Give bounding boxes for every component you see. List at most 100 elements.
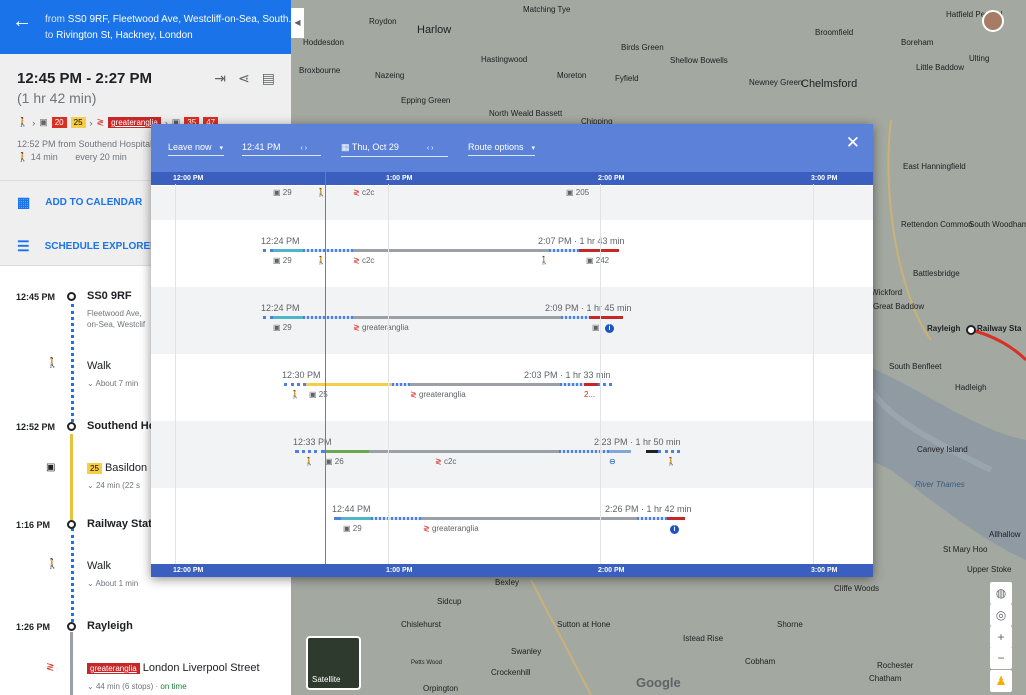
map-label: St Mary Hoo: [943, 545, 988, 554]
map-label: Orpington: [423, 684, 459, 693]
calendar-icon: ▦: [17, 194, 31, 210]
schedule-row[interactable]: ▣ 29 🚶 ≷ c2c ▣ 205: [151, 186, 873, 220]
stop-name[interactable]: SS0 9RF: [87, 290, 132, 302]
arrow-back-icon[interactable]: ←: [12, 10, 32, 33]
account-avatar[interactable]: [982, 10, 1004, 32]
schedule-row[interactable]: 12:33 PM 2:23 PM · 1 hr 50 min 🚶 ▣ 26 ≷ …: [151, 421, 873, 488]
collapse-panel-button[interactable]: ◀: [291, 8, 304, 38]
leave-now-select[interactable]: Leave now ▾: [168, 142, 224, 156]
trip-meta: 12:52 PM from Southend Hospital 🚶 14 min…: [17, 138, 152, 164]
map-label: Istead Rise: [683, 634, 724, 643]
axis-tick: 3:00 PM: [811, 175, 838, 182]
walk-icon: 🚶: [666, 457, 676, 466]
arrive-duration: 2:26 PM · 1 hr 42 min: [605, 504, 692, 514]
rail-duration[interactable]: ⌄ 44 min (6 stops) · on time: [87, 681, 187, 692]
gridline: [175, 184, 176, 564]
stop-node: [67, 520, 76, 529]
to-prefix: to: [45, 30, 54, 41]
info-icon[interactable]: i: [670, 525, 679, 534]
axis-tick: 2:00 PM: [598, 567, 625, 574]
walk-icon: 🚶: [304, 457, 314, 466]
to-field[interactable]: to Rivington St, Hackney, London: [45, 30, 193, 41]
schedule-row[interactable]: 12:44 PM 2:26 PM · 1 hr 42 min ▣ 29 ≷ gr…: [151, 488, 873, 555]
gridline: [388, 184, 389, 564]
map-label: Battlesbridge: [913, 269, 960, 278]
stop-name[interactable]: Railway Stat: [87, 518, 152, 530]
walk-icon: 🚶: [539, 256, 549, 265]
map-label: South Woodham Ferrers: [969, 220, 1026, 229]
print-icon[interactable]: ▤: [262, 70, 275, 87]
from-field[interactable]: from SS0 9RF, Fleetwood Ave, Westcliff-o…: [45, 14, 291, 25]
schedule-row[interactable]: 12:24 PM 2:07 PM · 1 hr 43 min ▣ 29 🚶 ≷ …: [151, 220, 873, 287]
zoom-in-button[interactable]: +: [990, 626, 1012, 648]
my-location-icon[interactable]: ◎: [990, 604, 1012, 626]
stop-time: 12:45 PM: [16, 292, 56, 302]
info-icon[interactable]: i: [605, 324, 614, 333]
trip-walk-frequency: 🚶 14 min every 20 min: [17, 152, 127, 162]
bus-icon: ▣: [46, 462, 56, 473]
date-select[interactable]: ▦ Thu, Oct 29 ‹ ›: [341, 142, 448, 157]
pegman-icon[interactable]: ♟: [990, 670, 1012, 692]
globe-icon[interactable]: ◍: [990, 582, 1012, 604]
map-label: Canvey Island: [917, 445, 968, 454]
schedule-row[interactable]: 12:24 PM 2:09 PM · 1 hr 45 min ▣ 29 ≷ gr…: [151, 287, 873, 354]
transfer-segment: [303, 249, 353, 252]
map-label: Sutton at Hone: [557, 620, 611, 629]
schedule-explorer-icon: ☰: [17, 238, 30, 254]
gridline: [813, 184, 814, 564]
add-to-calendar-button[interactable]: ▦ ADD TO CALENDAR: [17, 194, 142, 211]
map-label: Fyfield: [615, 74, 639, 83]
walk-segment: [334, 517, 341, 520]
map-label: Matching Tye: [523, 5, 571, 14]
route-options-select[interactable]: Route options ▾: [468, 142, 535, 156]
date-stepper-icon[interactable]: ‹ ›: [427, 145, 434, 152]
time-select[interactable]: 12:41 PM ‹ ›: [242, 142, 321, 156]
map-label: Great Baddow: [873, 302, 925, 311]
stop-node: [67, 422, 76, 431]
rail-segment: [353, 316, 561, 319]
satellite-toggle[interactable]: Satellite: [306, 636, 361, 690]
route-badge: 25: [70, 117, 86, 128]
bus-segment: [273, 249, 303, 252]
axis-tick: 3:00 PM: [811, 567, 838, 574]
walk-segment: [263, 249, 273, 252]
trip-actions: ⇥ ⋖ ▤: [214, 70, 275, 87]
walk-label: Walk: [87, 360, 112, 372]
map-label: Sidcup: [437, 597, 462, 606]
axis-tick: 12:00 PM: [173, 567, 204, 574]
walk-icon: 🚶: [17, 117, 29, 127]
tube-segment: [646, 450, 658, 453]
trip-duration: (1 hr 42 min): [17, 90, 97, 106]
walk-label: Walk: [87, 560, 112, 572]
zoom-out-button[interactable]: −: [990, 647, 1012, 669]
walk-duration[interactable]: ⌄ About 1 min: [87, 578, 138, 589]
satellite-label: Satellite: [312, 675, 341, 684]
map-label: Allhallow: [989, 530, 1021, 539]
stop-time: 1:26 PM: [16, 622, 51, 632]
bus-icon: ▣ 205: [566, 188, 590, 197]
schedule-explorer-button[interactable]: ☰ SCHEDULE EXPLORER: [17, 238, 157, 255]
schedule-row[interactable]: 12:30 PM 2:03 PM · 1 hr 33 min 🚶 ▣ 25 ≷ …: [151, 354, 873, 421]
calendar-icon: ▦: [341, 142, 350, 152]
time-stepper-icon[interactable]: ‹ ›: [301, 145, 308, 152]
map-label: Shellow Bowells: [670, 56, 728, 65]
close-icon[interactable]: ✕: [846, 133, 860, 153]
bus-segment: [325, 450, 369, 453]
rail-path: [70, 632, 73, 695]
to-text: Rivington St, Hackney, London: [56, 30, 193, 41]
underground-icon: ⊖: [609, 457, 616, 466]
map-label: Hastingwood: [481, 55, 528, 64]
map-label: Ulting: [969, 54, 990, 63]
chevron-down-icon: ▾: [531, 145, 536, 152]
share-icon[interactable]: ⋖: [238, 70, 250, 87]
walk-duration[interactable]: ⌄ About 7 min: [87, 378, 138, 389]
transfer-segment: [559, 450, 609, 453]
bus-duration[interactable]: ⌄ 24 min (22 s: [87, 480, 140, 491]
stop-name[interactable]: Rayleigh: [87, 620, 133, 632]
stop-name[interactable]: Southend Ho: [87, 420, 155, 432]
transfer-segment: [560, 383, 584, 386]
send-to-phone-icon[interactable]: ⇥: [214, 70, 226, 87]
bus-segment: [306, 383, 392, 386]
walk-icon: 🚶: [17, 152, 29, 162]
map-label: Cobham: [745, 657, 776, 666]
